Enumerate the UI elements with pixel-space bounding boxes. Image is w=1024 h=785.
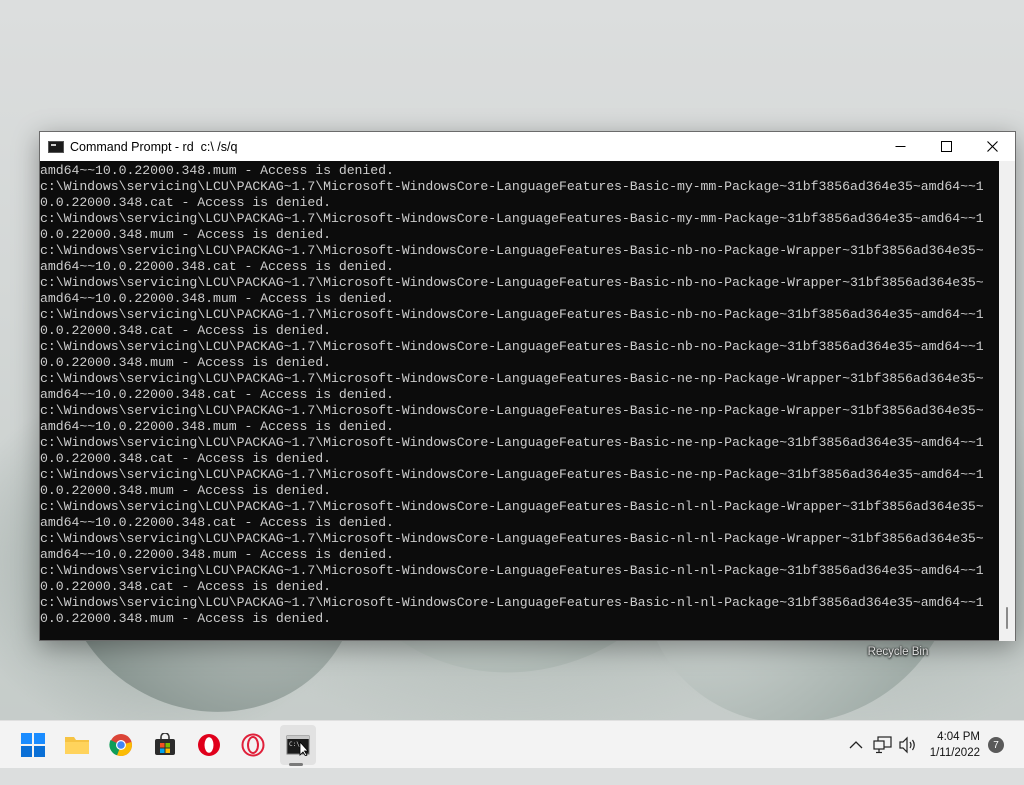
opera-button[interactable] bbox=[195, 731, 223, 759]
chevron-up-icon bbox=[849, 741, 863, 749]
store-bag-icon bbox=[155, 733, 175, 755]
console-line: c:\Windows\servicing\LCU\PACKAG~1.7\Micr… bbox=[40, 211, 984, 226]
console-line: c:\Windows\servicing\LCU\PACKAG~1.7\Micr… bbox=[40, 339, 984, 354]
opera-outline-icon bbox=[241, 733, 265, 757]
console-line: c:\Windows\servicing\LCU\PACKAG~1.7\Micr… bbox=[40, 403, 984, 418]
show-hidden-icons-button[interactable] bbox=[842, 731, 870, 759]
chrome-button[interactable] bbox=[107, 731, 135, 759]
chrome-icon bbox=[109, 734, 132, 757]
console-line: amd64~~10.0.22000.348.cat - Access is de… bbox=[40, 515, 394, 530]
taskbar: C:\ 4:04 PM 1/11/2022 7 bbox=[0, 720, 1024, 768]
volume-button[interactable] bbox=[894, 731, 922, 759]
cmd-icon: C:\ bbox=[286, 735, 310, 756]
active-app-indicator bbox=[289, 763, 303, 766]
svg-text:C:\: C:\ bbox=[289, 741, 300, 748]
console-output[interactable]: amd64~~10.0.22000.348.mum - Access is de… bbox=[40, 161, 1000, 641]
store-button[interactable] bbox=[151, 731, 179, 759]
console-line: c:\Windows\servicing\LCU\PACKAG~1.7\Micr… bbox=[40, 307, 984, 322]
file-explorer-button[interactable] bbox=[63, 731, 91, 759]
console-line: c:\Windows\servicing\LCU\PACKAG~1.7\Micr… bbox=[40, 531, 984, 546]
cmd-icon bbox=[48, 140, 64, 153]
opera-icon bbox=[198, 734, 220, 756]
console-line: c:\Windows\servicing\LCU\PACKAG~1.7\Micr… bbox=[40, 243, 984, 258]
console-line: 0.0.22000.348.cat - Access is denied. bbox=[40, 195, 331, 210]
console-line: amd64~~10.0.22000.348.mum - Access is de… bbox=[40, 419, 394, 434]
minimize-icon bbox=[895, 146, 905, 147]
recycle-bin-label[interactable]: Recycle Bin bbox=[862, 646, 934, 658]
title-bar[interactable]: Command Prompt - rd c:\ /s/q bbox=[40, 132, 1015, 161]
command-prompt-button[interactable]: C:\ bbox=[284, 731, 312, 759]
start-button[interactable] bbox=[19, 731, 47, 759]
console-line: c:\Windows\servicing\LCU\PACKAG~1.7\Micr… bbox=[40, 371, 984, 386]
console-line: amd64~~10.0.22000.348.mum - Access is de… bbox=[40, 291, 394, 306]
console-line: amd64~~10.0.22000.348.cat - Access is de… bbox=[40, 259, 394, 274]
command-prompt-window: Command Prompt - rd c:\ /s/q amd64~~10.0… bbox=[39, 131, 1016, 641]
close-icon bbox=[986, 141, 998, 152]
speaker-icon bbox=[899, 736, 915, 754]
minimize-button[interactable] bbox=[877, 132, 923, 161]
console-line: amd64~~10.0.22000.348.cat - Access is de… bbox=[40, 387, 394, 402]
clock[interactable]: 4:04 PM 1/11/2022 bbox=[930, 729, 980, 761]
console-line: 0.0.22000.348.mum - Access is denied. bbox=[40, 355, 331, 370]
clock-time: 4:04 PM bbox=[937, 731, 980, 743]
network-button[interactable] bbox=[869, 731, 897, 759]
windows-logo-icon bbox=[21, 733, 45, 757]
console-line: c:\Windows\servicing\LCU\PACKAG~1.7\Micr… bbox=[40, 595, 984, 610]
console-line: 0.0.22000.348.mum - Access is denied. bbox=[40, 611, 331, 626]
console-line: c:\Windows\servicing\LCU\PACKAG~1.7\Micr… bbox=[40, 467, 984, 482]
window-title: Command Prompt - rd c:\ /s/q bbox=[70, 139, 238, 154]
close-button[interactable] bbox=[969, 132, 1015, 161]
clock-date: 1/11/2022 bbox=[929, 747, 980, 759]
console-line: 0.0.22000.348.mum - Access is denied. bbox=[40, 483, 331, 498]
network-icon bbox=[873, 736, 892, 754]
console-line: c:\Windows\servicing\LCU\PACKAG~1.7\Micr… bbox=[40, 179, 984, 194]
console-line: amd64~~10.0.22000.348.mum - Access is de… bbox=[40, 547, 394, 562]
console-line: 0.0.22000.348.cat - Access is denied. bbox=[40, 451, 331, 466]
vertical-scrollbar[interactable] bbox=[999, 161, 1015, 641]
folder-icon bbox=[65, 737, 89, 754]
console-line: c:\Windows\servicing\LCU\PACKAG~1.7\Micr… bbox=[40, 275, 984, 290]
console-line: 0.0.22000.348.cat - Access is denied. bbox=[40, 579, 331, 594]
console-line: 0.0.22000.348.mum - Access is denied. bbox=[40, 227, 331, 242]
opera-gx-button[interactable] bbox=[239, 731, 267, 759]
scrollbar-thumb[interactable] bbox=[1006, 607, 1008, 629]
maximize-icon bbox=[940, 141, 952, 152]
console-line: 0.0.22000.348.cat - Access is denied. bbox=[40, 323, 331, 338]
console-line: c:\Windows\servicing\LCU\PACKAG~1.7\Micr… bbox=[40, 435, 984, 450]
notification-badge[interactable]: 7 bbox=[988, 737, 1004, 753]
console-line: c:\Windows\servicing\LCU\PACKAG~1.7\Micr… bbox=[40, 563, 984, 578]
maximize-button[interactable] bbox=[923, 132, 969, 161]
console-line: amd64~~10.0.22000.348.mum - Access is de… bbox=[40, 163, 394, 178]
console-line: c:\Windows\servicing\LCU\PACKAG~1.7\Micr… bbox=[40, 499, 984, 514]
